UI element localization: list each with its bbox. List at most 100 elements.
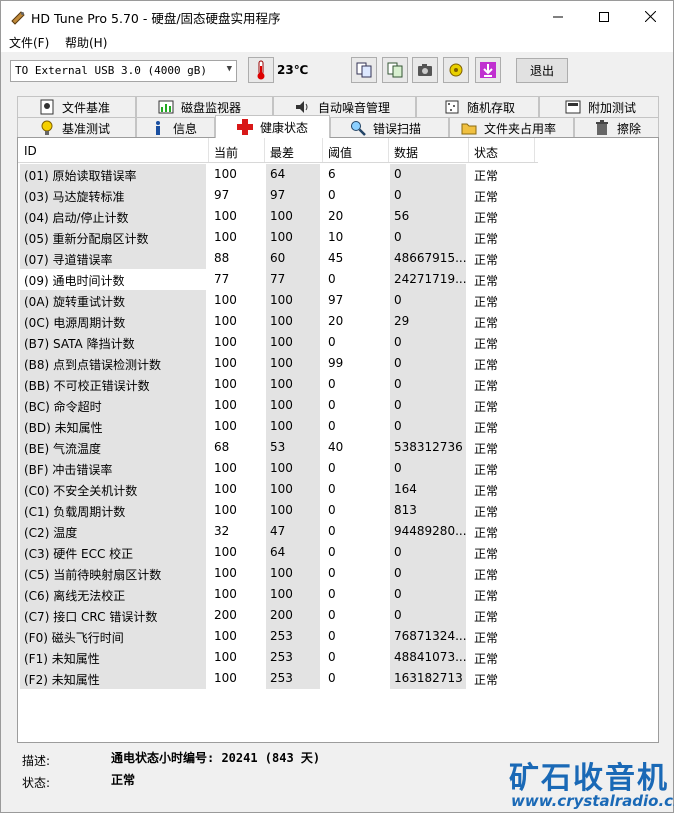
cell-threshold: 0: [328, 524, 336, 538]
tab-label: 随机存取: [467, 100, 516, 115]
tab-folder-usage[interactable]: 文件夹占用率: [449, 117, 574, 138]
tab-disk-monitor[interactable]: 磁盘监视器: [136, 96, 273, 117]
cell-status: 正常: [474, 358, 499, 372]
cell-id: (F1) 未知属性: [20, 647, 206, 668]
cell-threshold: 6: [328, 167, 336, 181]
cell-status: 正常: [474, 211, 499, 225]
tab-random-access[interactable]: 随机存取: [416, 96, 539, 117]
cell-current: 97: [214, 188, 230, 202]
cell-status: 正常: [474, 526, 499, 540]
toolbar: TO External USB 3.0 (4000 gB) ▼ 23℃ 退出: [1, 52, 673, 92]
cell-worst: 100: [266, 563, 320, 584]
tab-label: 基准测试: [62, 121, 111, 136]
cell-threshold: 10: [328, 230, 344, 244]
copy-text-button[interactable]: [351, 57, 377, 83]
cell-id: (BC) 命令超时: [20, 395, 206, 416]
cell-current: 32: [214, 524, 230, 538]
cell-current: 100: [214, 461, 237, 475]
cell-current: 100: [214, 356, 237, 370]
cell-data: 538312736: [390, 437, 466, 458]
status-label: 状态:: [22, 776, 51, 790]
info-icon: [149, 120, 167, 136]
column-header-worst[interactable]: 最差: [264, 138, 322, 162]
cell-data: 24271719...: [390, 269, 466, 290]
cell-id: (C0) 不安全关机计数: [20, 479, 206, 500]
maximize-button[interactable]: [581, 1, 627, 32]
hdtune-app-icon: [10, 9, 26, 25]
cell-current: 68: [214, 440, 230, 454]
cell-status: 正常: [474, 316, 499, 330]
tab-erase[interactable]: 擦除: [574, 117, 659, 138]
cell-id: (BB) 不可校正错误计数: [20, 374, 206, 395]
cell-current: 100: [214, 566, 237, 580]
tab-info[interactable]: 信息: [136, 117, 215, 138]
options-tools-icon[interactable]: [443, 57, 469, 83]
column-header-data[interactable]: 数据: [388, 138, 468, 162]
cell-worst: 100: [266, 458, 320, 479]
folder-icon: [460, 120, 478, 136]
thermometer-icon: [248, 57, 274, 83]
cell-data: 48667915...: [390, 248, 466, 269]
minimize-button[interactable]: [535, 1, 581, 32]
cell-threshold: 0: [328, 650, 336, 664]
cell-worst: 253: [266, 647, 320, 668]
cell-id: (03) 马达旋转标准: [20, 185, 206, 206]
cell-status: 正常: [474, 295, 499, 309]
cell-worst: 100: [266, 290, 320, 311]
tab-health[interactable]: 健康状态: [215, 115, 330, 138]
cell-data: 0: [390, 353, 466, 374]
column-header-id[interactable]: ID: [18, 138, 208, 162]
cell-data: 0: [390, 227, 466, 248]
close-button[interactable]: [627, 1, 673, 32]
cell-id: (F2) 未知属性: [20, 668, 206, 689]
cell-id: (09) 通电时间计数: [24, 274, 125, 288]
column-header-current[interactable]: 当前: [208, 138, 264, 162]
app-window: HD Tune Pro 5.70 - 硬盘/固态硬盘实用程序 文件(F) 帮助(…: [0, 0, 674, 813]
cell-threshold: 0: [328, 503, 336, 517]
tab-label: 错误扫描: [373, 121, 422, 136]
tab-error-scan[interactable]: 错误扫描: [330, 117, 449, 138]
cell-worst: 97: [266, 185, 320, 206]
cell-threshold: 40: [328, 440, 344, 454]
drive-selector[interactable]: TO External USB 3.0 (4000 gB) ▼: [10, 60, 237, 82]
cell-status: 正常: [474, 400, 499, 414]
cell-status: 正常: [474, 673, 499, 687]
cell-id: (C5) 当前待映射扇区计数: [20, 563, 206, 584]
cell-data: 0: [390, 185, 466, 206]
column-header-threshold[interactable]: 阈值: [322, 138, 388, 162]
cell-worst: 100: [266, 353, 320, 374]
watermark-logo-text: 矿石收音机: [509, 761, 669, 796]
cell-threshold: 0: [328, 377, 336, 391]
tab-aam[interactable]: 自动噪音管理: [273, 96, 416, 117]
download-arrow-icon[interactable]: [475, 57, 501, 83]
cell-status: 正常: [474, 190, 499, 204]
cell-threshold: 20: [328, 314, 344, 328]
cell-data: 0: [390, 458, 466, 479]
column-header-status[interactable]: 状态: [468, 138, 534, 162]
tab-file-benchmark[interactable]: 文件基准: [17, 96, 136, 117]
cell-id: (C3) 硬件 ECC 校正: [20, 542, 206, 563]
cell-data: 76871324...: [390, 626, 466, 647]
cell-id: (B7) SATA 降挡计数: [20, 332, 206, 353]
cell-worst: 47: [266, 521, 320, 542]
cell-status: 正常: [474, 547, 499, 561]
cell-status: 正常: [474, 337, 499, 351]
exit-button[interactable]: 退出: [516, 58, 568, 83]
camera-icon[interactable]: [412, 57, 438, 83]
menu-file[interactable]: 文件(F): [9, 34, 49, 51]
cell-status: 正常: [474, 631, 499, 645]
smart-attributes-table[interactable]: ID 当前 最差 阈值 数据 状态 (01) 原始读取错误率 100 64 6 0 正常(…: [17, 137, 659, 743]
copy-screenshot-button[interactable]: [382, 57, 408, 83]
cell-data: 164: [390, 479, 466, 500]
cell-current: 100: [214, 587, 237, 601]
cell-status: 正常: [474, 652, 499, 666]
cell-id: (B8) 点到点错误检测计数: [20, 353, 206, 374]
cell-threshold: 0: [328, 461, 336, 475]
cell-current: 88: [214, 251, 230, 265]
cell-worst: 200: [266, 605, 320, 626]
menu-help[interactable]: 帮助(H): [65, 34, 107, 51]
tab-extra-tests[interactable]: 附加测试: [539, 96, 659, 117]
cell-worst: 253: [266, 626, 320, 647]
tab-benchmark[interactable]: 基准测试: [17, 117, 136, 138]
cell-status: 正常: [474, 568, 499, 582]
